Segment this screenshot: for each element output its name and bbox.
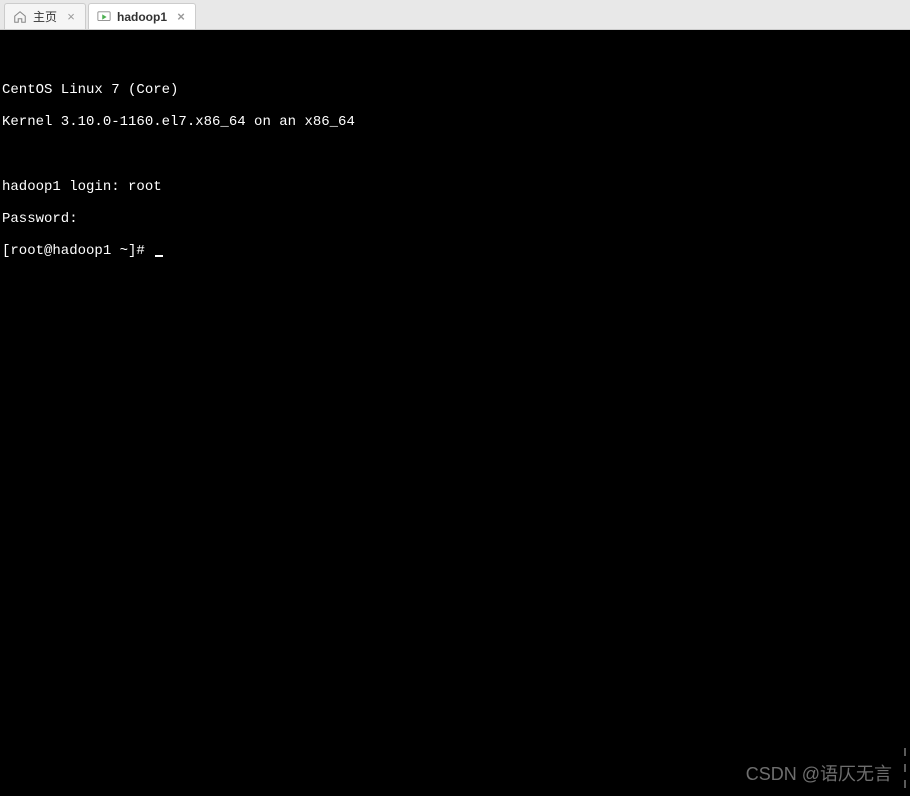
home-icon bbox=[13, 10, 27, 24]
tab-home[interactable]: 主页 × bbox=[4, 3, 86, 29]
tab-bar: 主页 × hadoop1 × bbox=[0, 0, 910, 30]
scrollbar-indicator bbox=[902, 748, 908, 788]
vm-play-icon bbox=[97, 10, 111, 24]
terminal-line bbox=[2, 50, 908, 66]
cursor-icon bbox=[155, 255, 163, 257]
terminal-prompt: [root@hadoop1 ~]# bbox=[2, 243, 153, 259]
tab-label: hadoop1 bbox=[117, 10, 167, 24]
terminal-line: CentOS Linux 7 (Core) bbox=[2, 82, 908, 98]
terminal-line: Kernel 3.10.0-1160.el7.x86_64 on an x86_… bbox=[2, 114, 908, 130]
close-icon[interactable]: × bbox=[65, 11, 77, 23]
tab-label: 主页 bbox=[33, 8, 57, 25]
terminal-console[interactable]: CentOS Linux 7 (Core) Kernel 3.10.0-1160… bbox=[0, 30, 910, 796]
tab-hadoop1[interactable]: hadoop1 × bbox=[88, 3, 196, 29]
terminal-line: Password: bbox=[2, 211, 908, 227]
terminal-line: hadoop1 login: root bbox=[2, 179, 908, 195]
close-icon[interactable]: × bbox=[175, 11, 187, 23]
terminal-line bbox=[2, 147, 908, 163]
terminal-prompt-line: [root@hadoop1 ~]# bbox=[2, 243, 908, 259]
